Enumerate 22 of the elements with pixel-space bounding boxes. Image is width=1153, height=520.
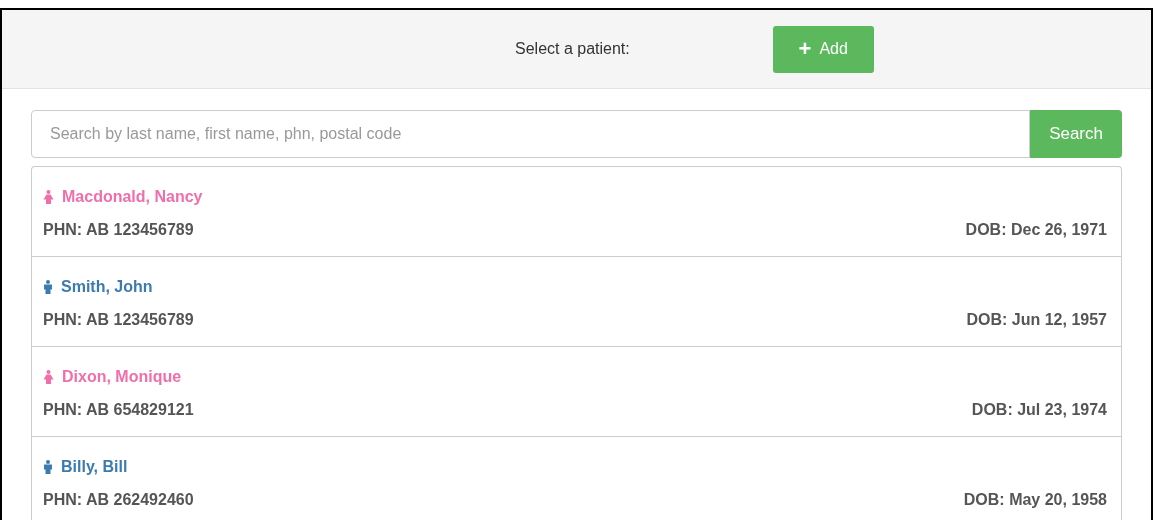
patient-row[interactable]: Smith, John PHN: AB 123456789 DOB: Jun 12, 1957 xyxy=(32,257,1121,347)
phn-text: PHN: AB 654829121 xyxy=(43,400,194,420)
dob-text: DOB: Jun 12, 1957 xyxy=(966,310,1107,330)
female-figure-icon xyxy=(43,370,54,384)
patient-name: Dixon, Monique xyxy=(62,367,182,387)
select-patient-label: Select a patient: xyxy=(515,39,630,59)
patient-name: Smith, John xyxy=(61,277,153,297)
phn-text: PHN: AB 123456789 xyxy=(43,220,194,240)
dob-text: DOB: Dec 26, 1971 xyxy=(965,220,1107,240)
female-figure-icon xyxy=(43,190,54,204)
phn-text: PHN: AB 262492460 xyxy=(43,490,194,510)
patient-name: Macdonald, Nancy xyxy=(62,187,203,207)
patient-name: Billy, Bill xyxy=(61,457,128,477)
search-field[interactable]: Search by last name, first name, phn, postal code xyxy=(31,110,1031,158)
male-figure-icon xyxy=(43,460,53,474)
phn-text: PHN: AB 123456789 xyxy=(43,310,194,330)
dob-text: DOB: Jul 23, 1974 xyxy=(971,400,1107,420)
dob-text: DOB: May 20, 1958 xyxy=(963,490,1107,510)
patient-row[interactable]: Macdonald, Nancy PHN: AB 123456789 DOB: Dec 26, 1971 xyxy=(32,167,1121,257)
patient-row[interactable]: Billy, Bill PHN: AB 262492460 DOB: May 20, 1958 xyxy=(32,437,1121,520)
patient-row[interactable]: Dixon, Monique PHN: AB 654829121 DOB: Jul 23, 1974 xyxy=(32,347,1121,437)
male-figure-icon xyxy=(43,280,53,294)
